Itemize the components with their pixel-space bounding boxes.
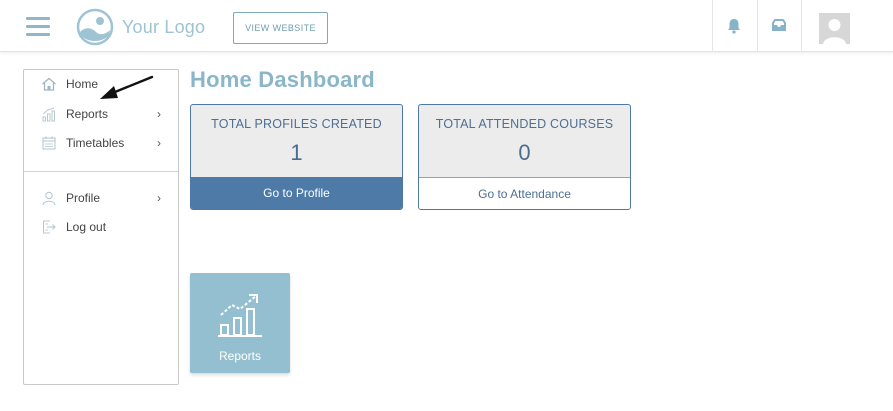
chevron-right-icon: › (157, 136, 161, 150)
logo[interactable]: Your Logo (76, 8, 205, 46)
stat-card-profiles: TOTAL PROFILES CREATED 1 Go to Profile (190, 104, 403, 210)
go-to-attendance-button[interactable]: Go to Attendance (419, 177, 630, 209)
tile-label: Reports (218, 349, 262, 363)
logout-icon (42, 220, 56, 234)
header-divider (712, 0, 713, 52)
user-avatar[interactable] (819, 13, 850, 44)
chevron-right-icon: › (157, 191, 161, 205)
sidebar-item-label: Profile (66, 191, 101, 205)
view-website-button[interactable]: VIEW WEBSITE (233, 12, 328, 44)
header-divider (757, 0, 758, 52)
header-divider (801, 0, 802, 52)
chevron-right-icon: › (157, 107, 161, 121)
annotation-arrow-icon (100, 75, 154, 99)
home-icon (42, 77, 56, 91)
sidebar-item-profile[interactable]: Profile › (24, 186, 178, 210)
stat-value: 1 (290, 140, 303, 165)
sidebar-item-reports[interactable]: Reports › (24, 102, 178, 126)
reports-tile[interactable]: Reports (190, 273, 290, 373)
logo-text: Your Logo (122, 16, 206, 37)
page-title: Home Dashboard (190, 67, 375, 92)
go-to-profile-button[interactable]: Go to Profile (191, 177, 402, 209)
user-icon (42, 191, 56, 206)
reports-icon (42, 107, 55, 122)
sidebar-item-label: Reports (66, 107, 109, 121)
stat-card-courses: TOTAL ATTENDED COURSES 0 Go to Attendanc… (418, 104, 631, 210)
sidebar-item-label: Timetables (66, 136, 125, 150)
stat-label: TOTAL ATTENDED COURSES (435, 117, 614, 131)
stat-value: 0 (518, 140, 531, 165)
avatar-placeholder-icon (819, 13, 850, 44)
inbox-icon[interactable] (769, 16, 789, 36)
bell-icon[interactable] (724, 16, 744, 36)
sidebar-divider (24, 171, 178, 172)
sidebar-item-logout[interactable]: Log out (24, 215, 178, 239)
calendar-icon (42, 136, 56, 150)
stat-label: TOTAL PROFILES CREATED (211, 117, 382, 131)
sidebar-item-label: Log out (66, 220, 107, 234)
menu-toggle-icon[interactable] (26, 15, 50, 37)
sidebar-item-timetables[interactable]: Timetables › (24, 131, 178, 155)
logo-icon (76, 8, 114, 46)
sidebar-item-label: Home (66, 77, 99, 91)
top-bar: Your Logo VIEW WEBSITE (0, 0, 893, 52)
sidebar: Home Reports › Timetables › Profile › Lo… (23, 69, 179, 385)
growth-chart-icon (218, 294, 262, 337)
